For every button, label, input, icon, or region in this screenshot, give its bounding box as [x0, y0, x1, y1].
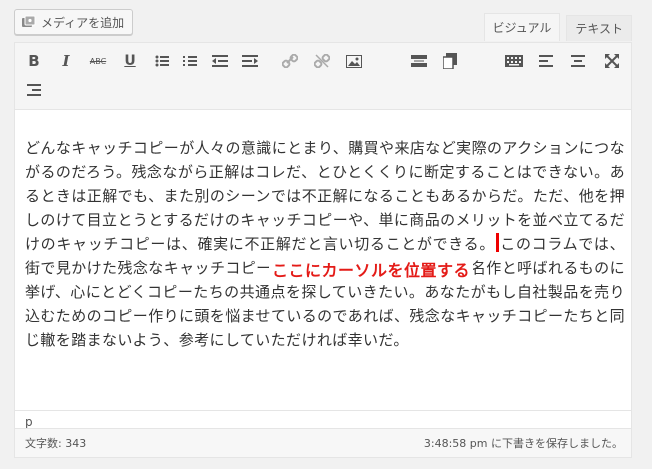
image-icon[interactable] [343, 50, 365, 72]
strikethrough-icon[interactable]: ABC [87, 50, 109, 72]
align-left-icon[interactable] [535, 50, 557, 72]
more-tag-icon[interactable] [408, 50, 430, 72]
status-bar: 文字数: 343 3:48:58 pm に下書きを保存しました。 [15, 428, 631, 457]
autosave-status: 3:48:58 pm に下書きを保存しました。 [423, 437, 623, 450]
word-count: 文字数: 343 [25, 437, 87, 450]
tab-visual[interactable]: ビジュアル [483, 13, 561, 41]
align-right-icon[interactable] [23, 79, 45, 101]
underline-icon[interactable]: U [119, 50, 141, 72]
align-center-icon[interactable] [567, 50, 589, 72]
outdent-icon[interactable] [209, 50, 231, 72]
add-media-label: メディアを追加 [41, 15, 125, 30]
bullet-list-icon[interactable] [151, 50, 173, 72]
paste-icon[interactable] [439, 50, 461, 72]
numbered-list-icon[interactable] [179, 50, 201, 72]
add-media-button[interactable]: メディアを追加 [14, 9, 134, 35]
cursor-marker [496, 233, 500, 252]
unlink-icon[interactable] [311, 50, 333, 72]
fullscreen-icon[interactable] [601, 50, 623, 72]
editor-content[interactable]: どんなキャッチコピーが人々の意識にとまり、購買や来店など実際のアクションにつなが… [15, 110, 631, 410]
content-paragraph: どんなキャッチコピーが人々の意識にとまり、購買や来店など実際のアクションにつなが… [25, 136, 625, 352]
bold-icon[interactable]: B [23, 50, 45, 72]
tab-text[interactable]: テキスト [566, 15, 632, 41]
link-icon[interactable] [279, 50, 301, 72]
italic-icon[interactable]: I [55, 50, 77, 72]
cursor-annotation: ここにカーソルを位置する [269, 257, 474, 281]
editor-toolbar: B I ABC U [15, 43, 631, 110]
toolbar-toggle-icon[interactable] [503, 50, 525, 72]
media-icon [21, 15, 37, 29]
editor: B I ABC U どんなキャッチコピーが人々の意識にとまり、購買や来店など実際… [14, 42, 632, 458]
editor-tabs: ビジュアル テキスト [483, 13, 632, 41]
indent-icon[interactable] [239, 50, 261, 72]
